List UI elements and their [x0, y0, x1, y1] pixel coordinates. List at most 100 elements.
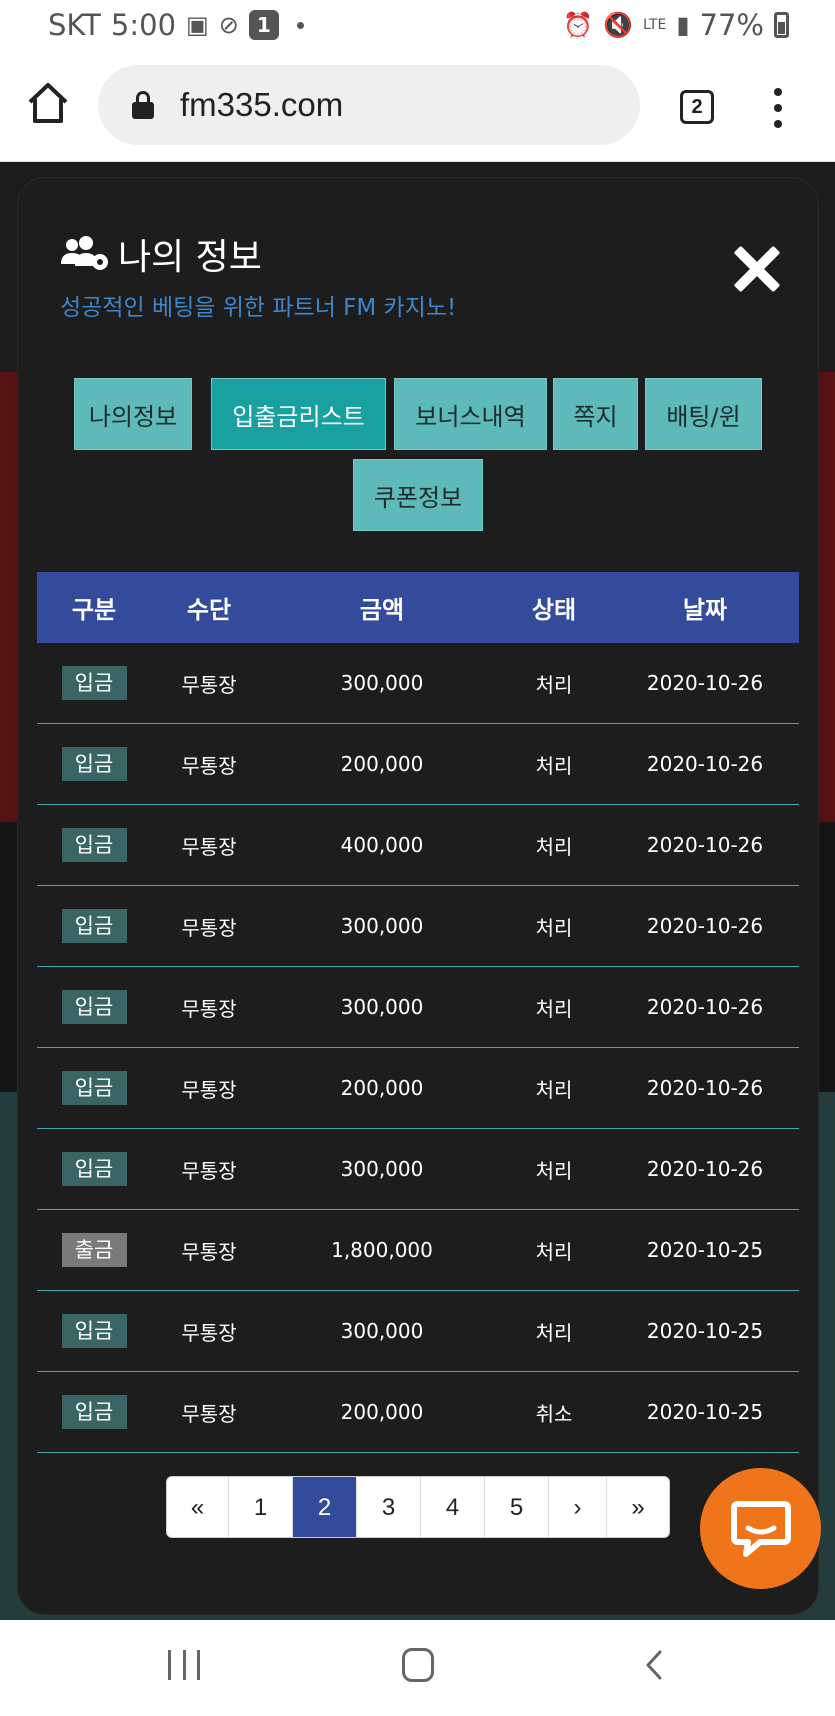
- recent-apps-icon[interactable]: [168, 1650, 200, 1682]
- status-cell: 처리: [535, 1077, 573, 1102]
- date-cell: 2020-10-26: [646, 914, 764, 938]
- table-row: 입금 무통장 300,000 처리 2020-10-26: [37, 967, 799, 1048]
- chat-button[interactable]: [700, 1468, 821, 1589]
- alarm-icon: ⏰: [563, 11, 594, 39]
- modal-subtitle: 성공적인 베팅을 위한 파트너 FM 카지노!: [60, 295, 457, 321]
- sync-alert-icon: ⊘: [218, 11, 239, 39]
- status-cell: 처리: [535, 753, 573, 778]
- amount-cell: 300,000: [340, 914, 424, 938]
- table-row: 입금 무통장 200,000 처리 2020-10-26: [37, 1048, 799, 1129]
- status-cell: 처리: [535, 996, 573, 1021]
- amount-cell: 300,000: [340, 671, 424, 695]
- method-cell: 무통장: [181, 996, 237, 1021]
- type-badge: 입금: [61, 1071, 127, 1105]
- amount-cell: 200,000: [340, 1076, 424, 1100]
- tab-coupon-info[interactable]: 쿠폰정보: [353, 459, 483, 531]
- close-icon[interactable]: [732, 245, 780, 293]
- header-amount: 금액: [359, 596, 405, 624]
- amount-cell: 200,000: [340, 1400, 424, 1424]
- type-badge: 입금: [61, 1314, 127, 1348]
- address-bar[interactable]: fm335.com: [98, 65, 640, 145]
- table-row: 입금 무통장 200,000 취소 2020-10-25: [37, 1372, 799, 1453]
- date-cell: 2020-10-25: [646, 1238, 764, 1262]
- more-vert-icon[interactable]: [770, 88, 786, 128]
- page-5[interactable]: 5: [485, 1477, 549, 1537]
- table-row: 입금 무통장 200,000 처리 2020-10-26: [37, 724, 799, 805]
- page-4[interactable]: 4: [421, 1477, 485, 1537]
- table-header: 구분 수단 금액 상태 날짜: [37, 572, 799, 643]
- signal-icon: ▮: [676, 11, 690, 39]
- type-badge: 출금: [61, 1233, 127, 1267]
- status-cell: 처리: [535, 1158, 573, 1183]
- gallery-icon: ▣: [186, 11, 209, 39]
- method-cell: 무통장: [181, 915, 237, 940]
- date-cell: 2020-10-26: [646, 671, 764, 695]
- date-cell: 2020-10-25: [646, 1319, 764, 1343]
- type-badge: 입금: [61, 909, 127, 943]
- amount-cell: 300,000: [340, 995, 424, 1019]
- tab-betting-win[interactable]: 배팅/윈: [645, 378, 762, 450]
- status-cell: 처리: [535, 915, 573, 940]
- method-cell: 무통장: [181, 834, 237, 859]
- page-3[interactable]: 3: [357, 1477, 421, 1537]
- home-icon[interactable]: [25, 80, 71, 126]
- notification-count-badge: 1: [248, 10, 279, 40]
- type-badge: 입금: [61, 1395, 127, 1429]
- table-row: 입금 무통장 400,000 처리 2020-10-26: [37, 805, 799, 886]
- page-first[interactable]: «: [167, 1477, 229, 1537]
- type-badge: 입금: [61, 1152, 127, 1186]
- battery-percent: 77%: [699, 8, 764, 42]
- modal-title: 나의 정보: [118, 237, 262, 278]
- clock: 5:00: [110, 8, 177, 42]
- header-method: 수단: [186, 596, 232, 624]
- type-badge: 입금: [61, 828, 127, 862]
- date-cell: 2020-10-26: [646, 1076, 764, 1100]
- amount-cell: 300,000: [340, 1319, 424, 1343]
- tab-deposit-withdraw-list[interactable]: 입출금리스트: [211, 378, 386, 450]
- amount-cell: 400,000: [340, 833, 424, 857]
- tab-my-info[interactable]: 나의정보: [74, 378, 192, 450]
- amount-cell: 200,000: [340, 752, 424, 776]
- method-cell: 무통장: [181, 1320, 237, 1345]
- page-next[interactable]: ›: [549, 1477, 607, 1537]
- tab-switcher-button[interactable]: 2: [680, 90, 714, 124]
- method-cell: 무통장: [181, 1239, 237, 1264]
- page-last[interactable]: »: [607, 1477, 669, 1537]
- chat-bubble-icon: [731, 1501, 791, 1557]
- method-cell: 무통장: [181, 1077, 237, 1102]
- lock-icon: [132, 91, 154, 119]
- page-2-current[interactable]: 2: [293, 1477, 357, 1537]
- tab-bonus-history[interactable]: 보너스내역: [394, 378, 547, 450]
- date-cell: 2020-10-26: [646, 752, 764, 776]
- mute-icon: 🔇: [603, 11, 634, 39]
- system-navigation-bar: [0, 1620, 835, 1716]
- header-status: 상태: [531, 596, 577, 624]
- status-bar: SKT 5:00 ▣ ⊘ 1 ⏰ 🔇 LTE ▮ 77%: [0, 0, 835, 52]
- amount-cell: 300,000: [340, 1157, 424, 1181]
- date-cell: 2020-10-26: [646, 995, 764, 1019]
- type-badge: 입금: [61, 747, 127, 781]
- table-row: 입금 무통장 300,000 처리 2020-10-26: [37, 886, 799, 967]
- method-cell: 무통장: [181, 672, 237, 697]
- url-text: fm335.com: [180, 86, 344, 123]
- table-row: 출금 무통장 1,800,000 처리 2020-10-25: [37, 1210, 799, 1291]
- status-cell: 처리: [535, 672, 573, 697]
- battery-icon: [774, 12, 789, 38]
- carrier-label: SKT: [48, 8, 101, 42]
- method-cell: 무통장: [181, 753, 237, 778]
- network-type-label: LTE: [643, 17, 667, 33]
- header-type: 구분: [71, 596, 117, 624]
- status-cell: 처리: [535, 834, 573, 859]
- tab-messages[interactable]: 쪽지: [553, 378, 638, 450]
- browser-toolbar: fm335.com 2: [0, 52, 835, 162]
- date-cell: 2020-10-26: [646, 833, 764, 857]
- header-date: 날짜: [682, 596, 728, 624]
- type-badge: 입금: [61, 666, 127, 700]
- modal-header: 나의 정보: [60, 228, 262, 280]
- status-cell: 처리: [535, 1320, 573, 1345]
- back-icon[interactable]: [640, 1650, 670, 1680]
- page-1[interactable]: 1: [229, 1477, 293, 1537]
- home-nav-icon[interactable]: [402, 1648, 434, 1682]
- status-cell: 취소: [535, 1401, 573, 1426]
- date-cell: 2020-10-25: [646, 1400, 764, 1424]
